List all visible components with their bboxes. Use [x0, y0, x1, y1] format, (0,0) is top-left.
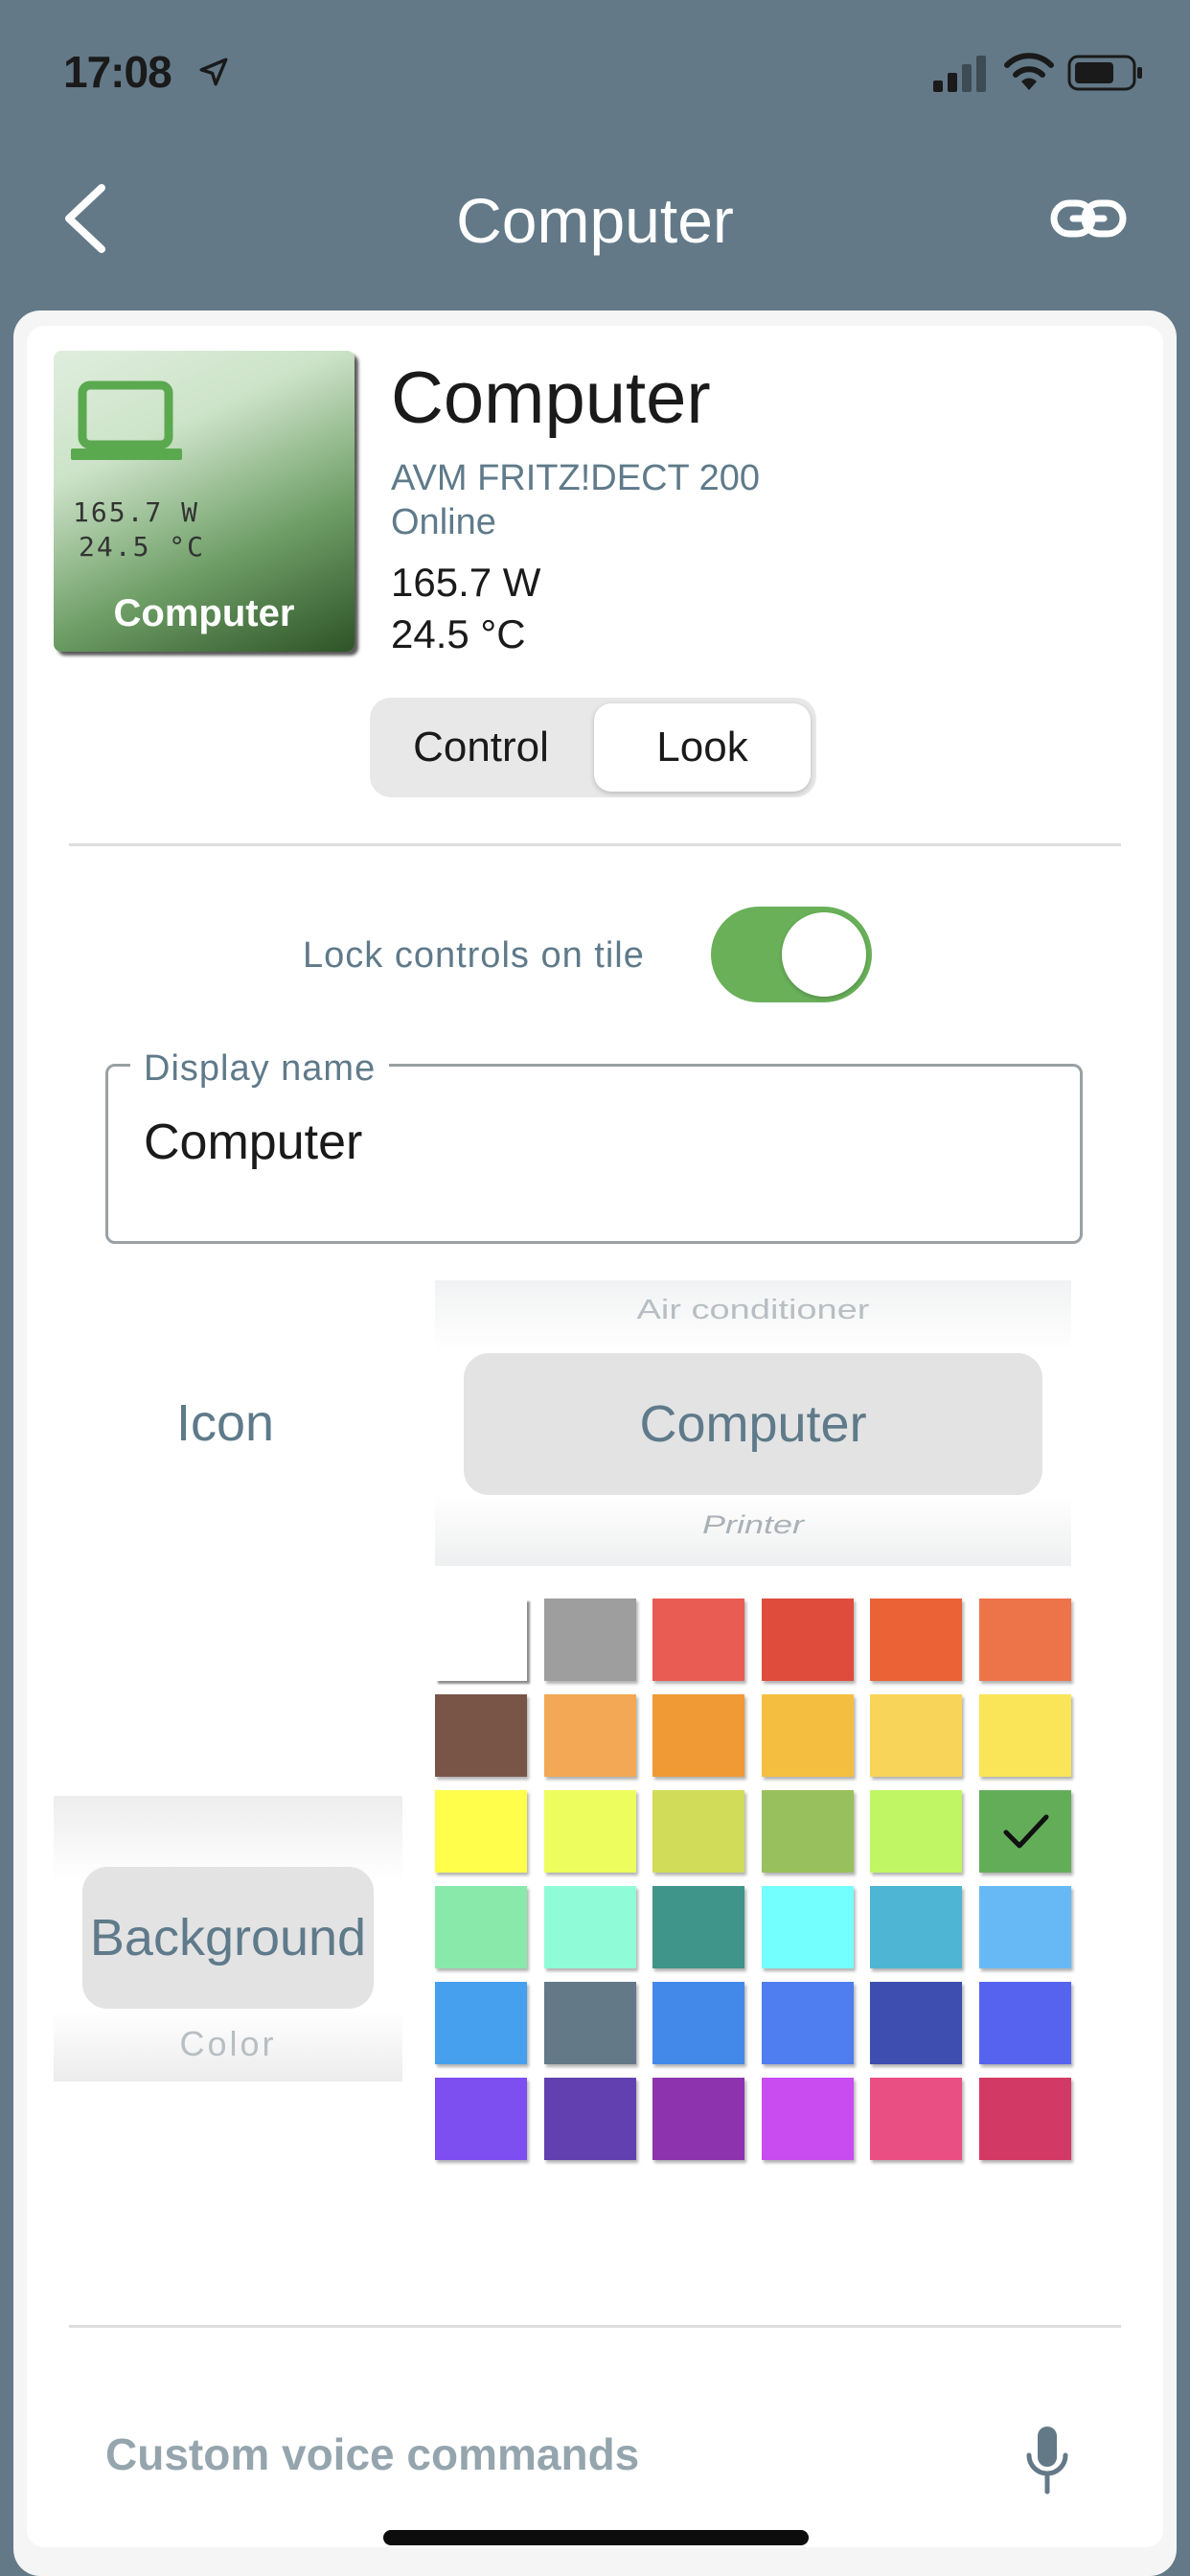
color-swatch[interactable] — [762, 1886, 854, 1968]
device-temperature: 24.5 °C — [391, 611, 526, 656]
color-swatch[interactable] — [762, 2078, 854, 2160]
color-swatch[interactable] — [544, 1790, 636, 1873]
color-swatch[interactable] — [870, 1886, 962, 1968]
color-swatch[interactable] — [870, 2078, 962, 2160]
color-swatch[interactable] — [870, 1598, 962, 1681]
color-swatch[interactable] — [435, 1886, 527, 1968]
color-swatch[interactable] — [979, 1598, 1071, 1681]
color-swatch[interactable] — [544, 1598, 636, 1681]
color-palette — [435, 1598, 1071, 2164]
battery-icon — [1067, 55, 1142, 91]
tile-name: Computer — [113, 592, 295, 634]
color-swatch[interactable] — [435, 1694, 527, 1777]
color-swatch[interactable] — [435, 1982, 527, 2064]
icon-option-selected[interactable]: Computer — [464, 1353, 1042, 1495]
icon-label: Icon — [176, 1394, 275, 1452]
color-swatch[interactable] — [544, 2078, 636, 2160]
divider — [69, 2325, 1121, 2328]
color-swatch[interactable] — [979, 1982, 1071, 2064]
color-swatch[interactable] — [870, 1982, 962, 2064]
background-option-next[interactable]: Color — [54, 2024, 402, 2064]
device-name: Computer — [391, 357, 711, 439]
color-swatch[interactable] — [979, 1790, 1071, 1873]
microphone-icon[interactable] — [1023, 2425, 1071, 2496]
color-swatch[interactable] — [435, 2078, 527, 2160]
color-swatch[interactable] — [544, 1982, 636, 2064]
color-swatch[interactable] — [762, 1790, 854, 1873]
checkmark-icon — [1003, 1814, 1049, 1849]
color-swatch[interactable] — [435, 1790, 527, 1873]
device-model: AVM FRITZ!DECT 200 — [391, 458, 760, 498]
link-icon[interactable] — [1050, 188, 1127, 249]
location-arrow-icon — [199, 58, 228, 86]
tile-preview[interactable]: 165.7 W 24.5 °C Computer — [54, 351, 355, 652]
tab-look[interactable]: Look — [594, 703, 811, 792]
device-status: Online — [391, 502, 496, 542]
custom-voice-commands-label[interactable]: Custom voice commands — [105, 2428, 639, 2480]
color-swatch[interactable] — [652, 2078, 744, 2160]
lock-controls-toggle[interactable] — [711, 907, 872, 1002]
tile-temperature: 24.5 °C — [79, 531, 206, 563]
laptop-icon — [71, 380, 182, 460]
tab-control[interactable]: Control — [370, 698, 592, 797]
device-power: 165.7 W — [391, 560, 541, 605]
color-swatch[interactable] — [544, 1694, 636, 1777]
page-title: Computer — [456, 185, 734, 256]
color-swatch[interactable] — [652, 1790, 744, 1873]
home-indicator[interactable] — [383, 2530, 809, 2545]
status-time: 17:08 — [63, 47, 172, 97]
display-name-label: Display name — [130, 1048, 390, 1090]
icon-option-previous[interactable]: Air conditioner — [435, 1295, 1071, 1325]
tile-power: 165.7 W — [73, 496, 200, 528]
color-swatch[interactable] — [979, 1694, 1071, 1777]
color-swatch[interactable] — [762, 1982, 854, 2064]
color-swatch[interactable] — [652, 1694, 744, 1777]
background-picker[interactable]: Background Color — [54, 1796, 402, 2082]
cellular-signal-icon — [933, 56, 986, 92]
color-swatch[interactable] — [652, 1598, 744, 1681]
color-swatch[interactable] — [435, 1598, 527, 1681]
wifi-icon — [1004, 53, 1054, 90]
color-swatch[interactable] — [870, 1694, 962, 1777]
background-option-selected[interactable]: Background — [82, 1867, 374, 2009]
tab-bar: Control Look — [370, 698, 816, 797]
toggle-knob — [782, 912, 866, 997]
color-swatch[interactable] — [652, 1982, 744, 2064]
color-swatch[interactable] — [544, 1886, 636, 1968]
color-swatch[interactable] — [979, 1886, 1071, 1968]
color-swatch[interactable] — [979, 2078, 1071, 2160]
icon-picker[interactable]: Air conditioner Computer Printer — [435, 1280, 1071, 1566]
divider — [69, 843, 1121, 846]
color-swatch[interactable] — [652, 1886, 744, 1968]
color-swatch[interactable] — [762, 1694, 854, 1777]
color-swatch[interactable] — [762, 1598, 854, 1681]
color-swatch[interactable] — [870, 1790, 962, 1873]
lock-controls-label: Lock controls on tile — [303, 935, 645, 976]
icon-option-next[interactable]: Printer — [435, 1509, 1071, 1540]
display-name-input[interactable] — [144, 1114, 1064, 1171]
